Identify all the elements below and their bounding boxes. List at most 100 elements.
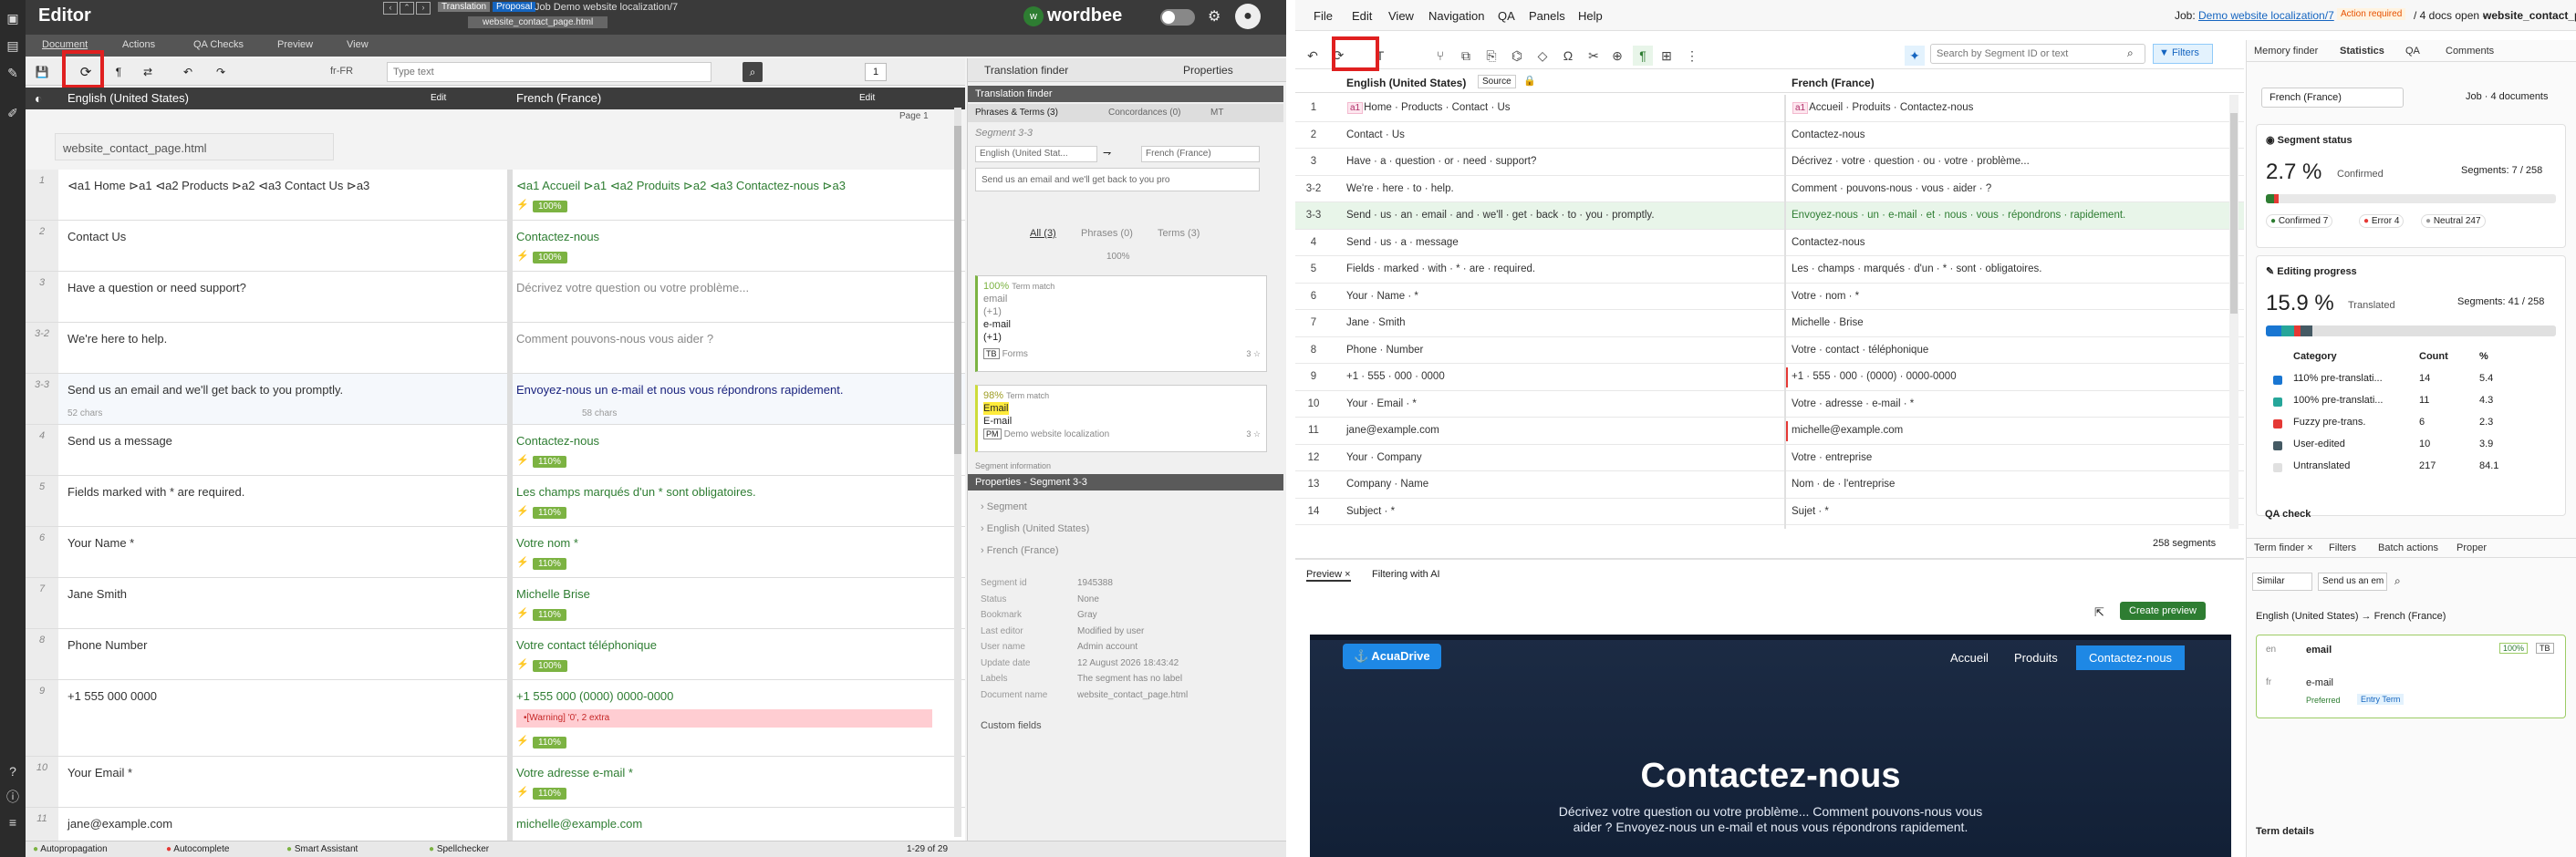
tf-filter-all[interactable]: All (3) <box>1030 228 1056 239</box>
lang-select[interactable]: French (France) <box>2261 88 2404 108</box>
target-text[interactable]: +1 555 000 (0000) 0000-0000 <box>516 689 945 703</box>
tf-tab-concordances[interactable]: Concordances (0) <box>1108 108 1180 118</box>
target-text[interactable]: Michelle · Brise <box>1792 317 1864 328</box>
create-preview-button[interactable]: Create preview <box>2120 602 2206 620</box>
user-avatar[interactable]: ● <box>1235 4 1261 29</box>
target-text[interactable]: Les · champs · marqués · d'un · * · sont… <box>1792 263 2041 274</box>
source-text[interactable]: +1 555 000 0000 <box>68 689 505 703</box>
target-text[interactable]: Décrivez votre question ou votre problèm… <box>516 281 945 294</box>
status-smart-assistant[interactable]: ● Smart Assistant <box>286 844 358 854</box>
sub-tab-actions[interactable]: Actions <box>122 39 155 50</box>
sub-tab-preview[interactable]: Preview <box>277 39 313 50</box>
segment-row[interactable]: 3-3 Send us an email and we'll get back … <box>26 374 965 425</box>
tab-statistics[interactable]: Statistics <box>2340 46 2384 57</box>
search-icon[interactable]: ⌕ <box>743 62 763 82</box>
status-spellchecker[interactable]: ● Spellchecker <box>429 844 489 854</box>
segment-row[interactable]: 1 ⊲a1 Home ⊳a1 ⊲a2 Products ⊳a2 ⊲a3 Cont… <box>26 170 965 221</box>
target-text[interactable]: Votre contact téléphonique <box>516 638 945 652</box>
doc-tab[interactable]: website_contact_page.html <box>468 16 608 28</box>
source-text[interactable]: Your · Email · * <box>1346 398 1417 409</box>
help-icon[interactable]: ? <box>0 759 26 784</box>
tab-filtering-ai[interactable]: Filtering with AI <box>1372 569 1440 580</box>
segment-row[interactable]: 6 Your Name * Votre nom * ⋮⚡110% <box>26 527 965 578</box>
source-text[interactable]: Have a question or need support? <box>68 281 505 294</box>
source-text[interactable]: jane@example.com <box>1346 425 1439 436</box>
source-text[interactable]: We're · here · to · help. <box>1346 183 1454 194</box>
chip-error[interactable]: ● Error 4 <box>2359 214 2405 228</box>
menu-view[interactable]: View <box>1388 9 1414 23</box>
target-text[interactable]: Comment pouvons-nous vous aider ? <box>516 332 945 346</box>
editor-icon[interactable]: ✎ <box>0 60 26 86</box>
props-section[interactable]: › English (United States) <box>981 523 1089 534</box>
target-text[interactable]: Contactez-nous <box>1792 237 1865 248</box>
site-nav-contact[interactable]: Contactez-nous <box>2076 645 2186 670</box>
save-icon[interactable]: 💾 <box>33 63 51 81</box>
redo-icon[interactable]: ↷ <box>212 63 230 81</box>
source-text[interactable]: Send us a message <box>68 434 505 448</box>
nav-up-button[interactable]: ⌃ <box>400 2 414 15</box>
undo-icon[interactable]: ↶ <box>179 63 197 81</box>
target-text[interactable]: Michelle Brise <box>516 587 945 601</box>
tf-filter-terms[interactable]: Terms (3) <box>1158 228 1200 239</box>
tf-filter-phrases[interactable]: Phrases (0) <box>1081 228 1133 239</box>
target-text[interactable]: Nom · de · l'entreprise <box>1792 479 1895 490</box>
tab-comments[interactable]: Comments <box>2446 46 2494 57</box>
pen-icon[interactable]: ✐ <box>0 100 26 126</box>
tab-filters[interactable]: Filters <box>2329 542 2356 553</box>
undo-icon[interactable]: ↶ <box>1303 46 1323 66</box>
menu-edit[interactable]: Edit <box>1352 9 1372 23</box>
edit-label-src[interactable]: Edit <box>431 93 446 103</box>
segment-search-input[interactable] <box>1930 44 2145 64</box>
merge-icon[interactable]: ⊕ <box>1607 46 1627 66</box>
source-text[interactable]: Send · us · an · email · and · we'll · g… <box>1346 210 1655 221</box>
target-text[interactable]: Envoyez-nous · un · e-mail · et · nous ·… <box>1792 210 2125 221</box>
job-link[interactable]: Demo website localization/7 <box>2198 9 2334 22</box>
segment-row[interactable]: 3 Have a question or need support? Décri… <box>26 272 965 323</box>
segment-row[interactable]: 4 Send · us · a · message Contactez-nous <box>1295 230 2244 256</box>
external-link-icon[interactable]: ⇱ <box>2094 605 2104 620</box>
segment-row[interactable]: 2 Contact Us Contactez-nous ⋮⚡100% <box>26 221 965 272</box>
mode-tab-translation[interactable]: Translation <box>438 2 491 12</box>
menu-icon[interactable]: ≡ <box>0 810 26 835</box>
status-autopropagation[interactable]: ● Autopropagation <box>33 844 108 854</box>
segment-row[interactable]: 9 +1 · 555 · 000 · 0000 +1 · 555 · 000 ·… <box>1295 364 2244 391</box>
source-text[interactable]: Company · Name <box>1346 479 1428 490</box>
status-autocomplete[interactable]: ● Autocomplete <box>166 844 229 854</box>
source-text[interactable]: Your Name * <box>68 536 505 550</box>
tab-batch-actions[interactable]: Batch actions <box>2378 542 2438 553</box>
target-text[interactable]: ⊲a1 Accueil ⊳a1 ⊲a2 Produits ⊳a2 ⊲a3 Con… <box>516 179 945 193</box>
segment-row[interactable]: 3-3 Send · us · an · email · and · we'll… <box>1295 202 2244 230</box>
segment-row[interactable]: 2 Contact · Us Contactez-nous <box>1295 122 2244 149</box>
target-text[interactable]: a1 Accueil · Produits · Contactez-nous <box>1792 102 1973 114</box>
segment-row[interactable]: 7 Jane · Smith Michelle · Brise <box>1295 310 2244 337</box>
source-text[interactable]: Contact Us <box>68 230 505 243</box>
term-entry-card[interactable]: en email 100% TB fr e-mail Preferred Ent… <box>2256 635 2566 718</box>
source-text[interactable]: Phone Number <box>68 638 505 652</box>
target-text[interactable]: Envoyez-nous un e-mail et nous vous répo… <box>516 383 945 397</box>
target-text[interactable]: Votre · contact · téléphonique <box>1792 345 1928 356</box>
tab-translation-finder[interactable]: Translation finder <box>984 64 1068 77</box>
target-text[interactable]: Contactez-nous <box>516 230 945 243</box>
segment-row[interactable]: 11 jane@example.com michelle@example.com <box>1295 418 2244 445</box>
source-text[interactable]: ⊲a1 Home ⊳a1 ⊲a2 Products ⊳a2 ⊲a3 Contac… <box>68 179 505 193</box>
source-text[interactable]: a1 Home · Products · Contact · Us <box>1346 102 1511 114</box>
column-divider[interactable] <box>1784 95 1786 529</box>
site-nav-home[interactable]: Accueil <box>1950 651 1989 665</box>
props-section[interactable]: › Segment <box>981 501 1027 512</box>
split-icon[interactable]: ⊞ <box>1657 46 1677 66</box>
omega-icon[interactable]: Ω <box>1558 46 1578 66</box>
segment-row[interactable]: 10 Your · Email · * Votre · adresse · e-… <box>1295 391 2244 418</box>
target-text[interactable]: Votre · nom · * <box>1792 291 1859 302</box>
target-text[interactable]: michelle@example.com <box>516 817 945 831</box>
sub-tab-document[interactable]: Document <box>42 39 88 50</box>
shape-icon[interactable]: ◇ <box>1532 46 1553 66</box>
segment-row[interactable]: 1 a1 Home · Products · Contact · Us a1 Acc… <box>1295 95 2244 122</box>
segment-row[interactable]: 7 Jane Smith Michelle Brise ⋮⚡110% <box>26 578 965 629</box>
chip-confirmed[interactable]: ● Confirmed 7 <box>2266 214 2333 228</box>
page-number[interactable]: 1 <box>865 63 887 81</box>
source-text[interactable]: Your · Company <box>1346 452 1422 463</box>
tf-tab-mt[interactable]: MT <box>1210 108 1223 118</box>
term-query-input[interactable]: Send us an em <box>2318 573 2387 591</box>
props-section[interactable]: › French (France) <box>981 545 1059 556</box>
source-text[interactable]: We're here to help. <box>68 332 505 346</box>
